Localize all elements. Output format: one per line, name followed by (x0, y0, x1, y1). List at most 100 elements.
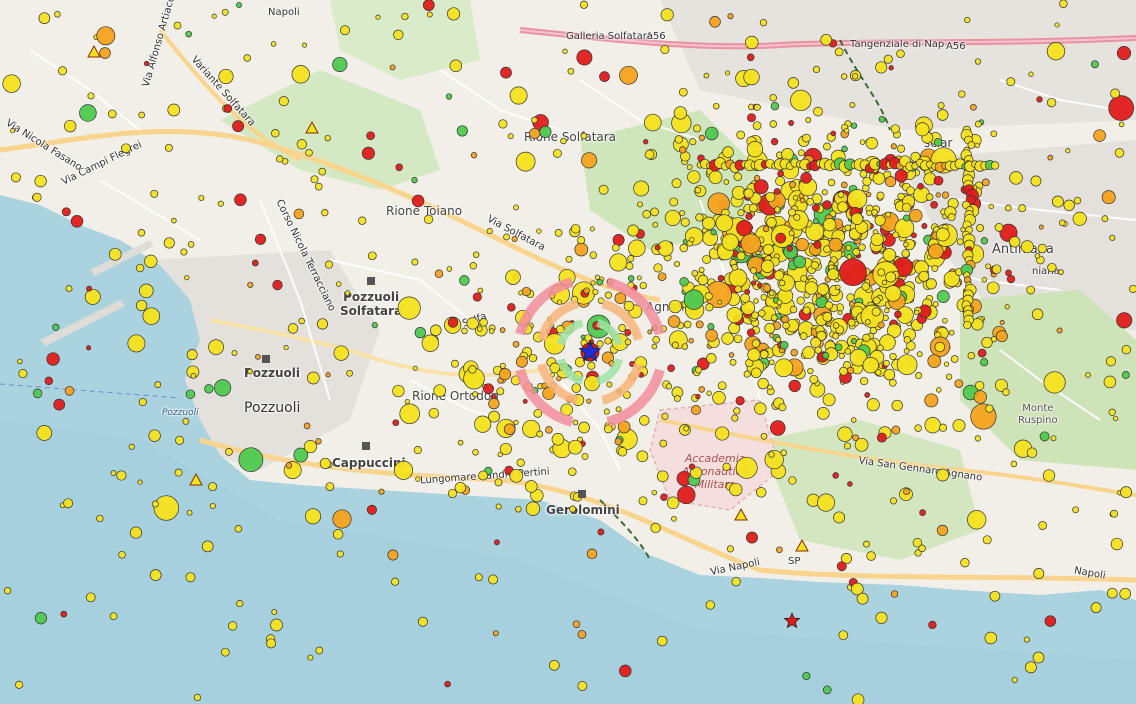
event-marker[interactable] (903, 488, 910, 496)
event-marker[interactable] (560, 137, 567, 145)
event-marker[interactable] (717, 274, 725, 282)
event-marker[interactable] (813, 240, 822, 249)
event-marker[interactable] (933, 175, 944, 186)
event-marker[interactable] (64, 386, 75, 396)
event-marker[interactable] (1119, 587, 1132, 600)
event-marker[interactable] (509, 86, 528, 105)
event-marker[interactable] (1072, 211, 1087, 226)
event-marker[interactable] (1032, 651, 1045, 664)
event-marker[interactable] (470, 152, 478, 159)
event-marker[interactable] (918, 270, 930, 282)
event-marker[interactable] (596, 278, 604, 286)
event-marker[interactable] (770, 138, 779, 146)
event-marker[interactable] (762, 243, 774, 256)
event-marker[interactable] (812, 65, 821, 74)
event-marker[interactable] (110, 470, 117, 476)
event-marker[interactable] (835, 284, 841, 291)
event-marker[interactable] (796, 296, 805, 305)
event-marker[interactable] (495, 503, 502, 510)
event-marker[interactable] (568, 467, 577, 476)
event-marker[interactable] (852, 73, 859, 80)
event-marker[interactable] (472, 449, 479, 456)
event-marker[interactable] (954, 379, 964, 388)
event-marker[interactable] (667, 364, 675, 373)
event-marker[interactable] (399, 403, 420, 425)
event-marker[interactable] (1037, 243, 1048, 254)
event-marker[interactable] (1110, 537, 1124, 551)
event-marker[interactable] (885, 176, 897, 188)
event-marker[interactable] (751, 339, 761, 348)
event-marker[interactable] (421, 334, 439, 352)
event-marker[interactable] (984, 631, 998, 645)
event-marker[interactable] (247, 281, 254, 288)
event-marker[interactable] (779, 340, 789, 350)
event-marker[interactable] (36, 425, 53, 441)
event-marker[interactable] (414, 326, 426, 339)
event-marker[interactable] (936, 524, 949, 537)
event-marker[interactable] (163, 237, 175, 249)
event-marker[interactable] (1093, 129, 1106, 142)
event-marker[interactable] (733, 407, 741, 415)
event-marker[interactable] (149, 569, 162, 581)
event-marker[interactable] (139, 283, 154, 299)
event-marker[interactable] (807, 367, 814, 375)
event-marker[interactable] (488, 397, 500, 410)
event-marker[interactable] (46, 352, 60, 366)
event-marker[interactable] (371, 322, 378, 329)
event-marker[interactable] (522, 398, 528, 404)
event-marker[interactable] (762, 283, 772, 293)
event-marker[interactable] (118, 550, 126, 559)
event-marker[interactable] (896, 49, 905, 58)
event-marker[interactable] (876, 432, 887, 443)
event-marker[interactable] (450, 359, 459, 368)
event-marker[interactable] (964, 16, 971, 24)
event-marker[interactable] (775, 232, 787, 244)
event-marker[interactable] (128, 443, 135, 450)
event-marker[interactable] (941, 191, 950, 199)
event-marker[interactable] (1009, 171, 1023, 185)
event-marker[interactable] (305, 148, 313, 157)
event-marker[interactable] (782, 321, 790, 330)
event-marker[interactable] (243, 54, 251, 62)
event-marker[interactable] (729, 482, 743, 497)
event-marker[interactable] (759, 19, 768, 27)
event-marker[interactable] (681, 343, 689, 350)
event-marker[interactable] (721, 332, 734, 345)
event-marker[interactable] (695, 366, 703, 374)
event-marker[interactable] (617, 447, 628, 457)
event-marker[interactable] (304, 508, 322, 525)
event-marker[interactable] (947, 213, 956, 222)
event-marker[interactable] (1002, 388, 1010, 396)
event-marker[interactable] (864, 319, 871, 325)
event-marker[interactable] (413, 446, 422, 455)
event-marker[interactable] (1018, 204, 1027, 213)
event-marker[interactable] (852, 248, 861, 256)
event-marker[interactable] (127, 334, 146, 353)
event-marker[interactable] (1006, 77, 1016, 87)
event-marker[interactable] (995, 330, 1008, 343)
event-marker[interactable] (366, 504, 377, 515)
event-marker[interactable] (938, 423, 948, 432)
event-marker[interactable] (271, 609, 278, 616)
event-marker[interactable] (1116, 46, 1132, 61)
event-marker[interactable] (740, 293, 750, 303)
event-marker[interactable] (850, 122, 858, 129)
event-marker[interactable] (878, 115, 886, 123)
event-marker[interactable] (930, 200, 938, 209)
event-marker[interactable] (728, 352, 735, 358)
event-marker[interactable] (486, 228, 493, 235)
event-marker[interactable] (986, 281, 1000, 295)
event-marker[interactable] (283, 345, 289, 351)
event-marker[interactable] (397, 296, 421, 320)
event-marker[interactable] (1046, 42, 1066, 61)
event-marker[interactable] (387, 549, 399, 561)
event-marker[interactable] (915, 122, 930, 137)
event-marker[interactable] (724, 70, 731, 76)
event-marker[interactable] (671, 341, 679, 349)
event-marker[interactable] (528, 353, 538, 363)
event-marker[interactable] (1020, 240, 1034, 254)
event-marker[interactable] (1046, 97, 1057, 108)
event-marker[interactable] (706, 353, 717, 364)
event-marker[interactable] (1108, 408, 1116, 416)
event-marker[interactable] (325, 372, 331, 378)
